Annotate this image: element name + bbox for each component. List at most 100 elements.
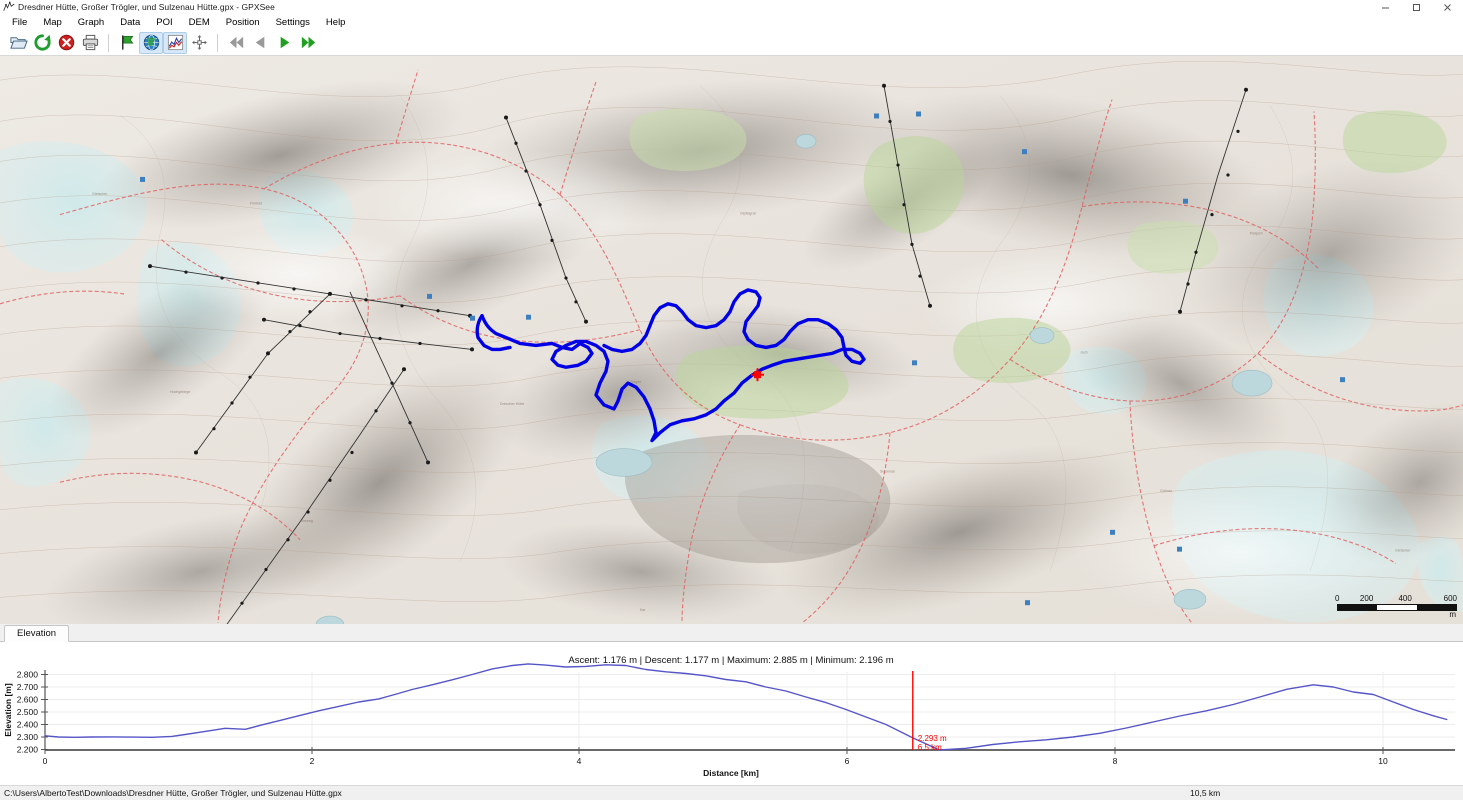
last-track-button[interactable] [296,32,320,54]
map-view[interactable]: Gletscher Hochgebirge Firnfeld Dresdner … [0,56,1463,624]
svg-text:Peiljoch: Peiljoch [1250,231,1263,235]
y-tick-label: 2.400 [17,720,39,730]
y-tick-label: 2.200 [17,745,39,755]
menu-help[interactable]: Help [318,16,354,29]
menu-map[interactable]: Map [35,16,69,29]
toolbar [0,30,1463,56]
menu-bar: File Map Graph Data POI DEM Position Set… [0,14,1463,30]
close-circle-icon [58,34,74,51]
menu-poi[interactable]: POI [148,16,180,29]
scale-bar-unit: m [1449,610,1456,620]
next-track-button[interactable] [272,32,296,54]
x-tick-label: 4 [577,756,582,766]
scale-label-600: 600 [1443,594,1457,604]
scale-label-400: 400 [1398,594,1412,604]
open-folder-icon [9,37,28,49]
menu-position[interactable]: Position [218,16,268,29]
svg-text:Gipfelgrat: Gipfelgrat [740,212,756,216]
menu-file[interactable]: File [4,16,35,29]
y-tick-label: 2.700 [17,682,39,692]
scale-bar-track [1337,604,1457,612]
x-tick-label: 0 [43,756,48,766]
printer-icon [82,34,98,51]
first-track-button[interactable] [224,32,248,54]
menu-data[interactable]: Data [112,16,148,29]
x-axis-label: Distance [km] [703,768,759,778]
print-button[interactable] [78,32,102,54]
toolbar-group-navigation [224,32,320,54]
x-tick-label: 2 [310,756,315,766]
svg-text:Almweg: Almweg [300,519,313,523]
map-canvas[interactable]: Gletscher Hochgebirge Firnfeld Dresdner … [0,56,1463,624]
close-file-button[interactable] [54,32,78,54]
toolbar-separator-1 [108,33,109,52]
menu-dem[interactable]: DEM [181,16,218,29]
y-tick-label: 2.500 [17,707,39,717]
toolbar-separator-2 [217,33,218,52]
elevation-graph-panel[interactable]: Ascent: 1.176 m | Descent: 1.177 m | Max… [0,642,1463,785]
play-back-icon [255,36,264,49]
marker-distance-label: 6,5 km [918,743,942,752]
marker-elevation-label: 2.293 m [918,734,947,743]
window-title: Dresdner Hütte, Großer Trögler, und Sulz… [18,2,275,12]
reload-button[interactable] [30,32,54,54]
scale-segment-1 [1338,605,1378,611]
play-forward-icon [280,36,289,49]
svg-text:Firnfeld: Firnfeld [250,202,262,206]
track-icon [3,1,15,11]
maximize-icon [1413,3,1420,11]
show-waypoints-button[interactable] [115,32,139,54]
toolbar-group-file [6,32,102,54]
flag-icon [121,35,133,50]
skip-forward-icon [301,36,315,49]
elevation-chart[interactable]: Ascent: 1.176 m | Descent: 1.177 m | Max… [0,642,1463,785]
show-graphs-button[interactable] [163,31,187,54]
globe-icon [143,34,159,51]
scale-label-0: 0 [1335,594,1340,604]
svg-text:Gletscher: Gletscher [1395,549,1411,553]
svg-text:Sulzenau: Sulzenau [880,469,895,473]
graph-tab-bar: Elevation [0,624,1463,642]
skip-back-icon [229,36,243,49]
map-raster: Gletscher Hochgebirge Firnfeld Dresdner … [0,56,1463,624]
y-axis-label: Elevation [m] [3,683,13,737]
x-tick-label: 8 [1113,756,1118,766]
scale-bar-labels: 0 200 400 600 [1335,594,1457,604]
status-total-distance: 10,5 km [1190,788,1221,798]
move-arrows-icon [191,35,207,50]
svg-text:Gletscher: Gletscher [92,192,108,196]
svg-text:Kar: Kar [640,608,646,612]
svg-text:Joch: Joch [1080,350,1088,354]
menu-graph[interactable]: Graph [70,16,112,29]
gpxsee-window: Dresdner Hütte, Großer Trögler, und Sulz… [0,0,1463,800]
graph-stats-text: Ascent: 1.176 m | Descent: 1.177 m | Max… [568,655,893,666]
close-button[interactable] [1432,0,1463,14]
y-tick-label: 2.600 [17,695,39,705]
title-bar: Dresdner Hütte, Großer Trögler, und Sulz… [0,0,1463,14]
show-map-button[interactable] [139,31,163,54]
status-file-path: C:\Users\AlbertoTest\Downloads\Dresdner … [4,788,342,798]
fullscreen-button[interactable] [187,32,211,54]
graph-icon [167,34,183,51]
reload-icon [33,34,51,51]
toolbar-group-view [115,31,211,54]
x-tick-label: 10 [1378,756,1388,766]
minimize-icon [1382,7,1389,8]
previous-track-button[interactable] [248,32,272,54]
map-scale-bar: 0 200 400 600 m [1335,594,1457,620]
tab-elevation[interactable]: Elevation [4,625,70,642]
open-file-button[interactable] [6,32,30,54]
menu-settings[interactable]: Settings [268,16,318,29]
svg-text:Grünau: Grünau [1160,489,1172,493]
minimize-button[interactable] [1370,0,1401,14]
svg-text:Dresdner Hütte: Dresdner Hütte [500,402,524,406]
y-tick-label: 2.300 [17,732,39,742]
maximize-button[interactable] [1401,0,1432,14]
y-tick-labels: 2.200 2.300 2.400 2.500 2.600 2.700 2.80… [17,670,39,755]
window-controls [1370,0,1463,14]
close-icon [1444,3,1451,11]
scale-label-200: 200 [1359,594,1374,604]
scale-segment-2 [1377,605,1417,611]
status-bar: C:\Users\AlbertoTest\Downloads\Dresdner … [0,785,1463,800]
y-tick-label: 2.800 [17,670,39,680]
